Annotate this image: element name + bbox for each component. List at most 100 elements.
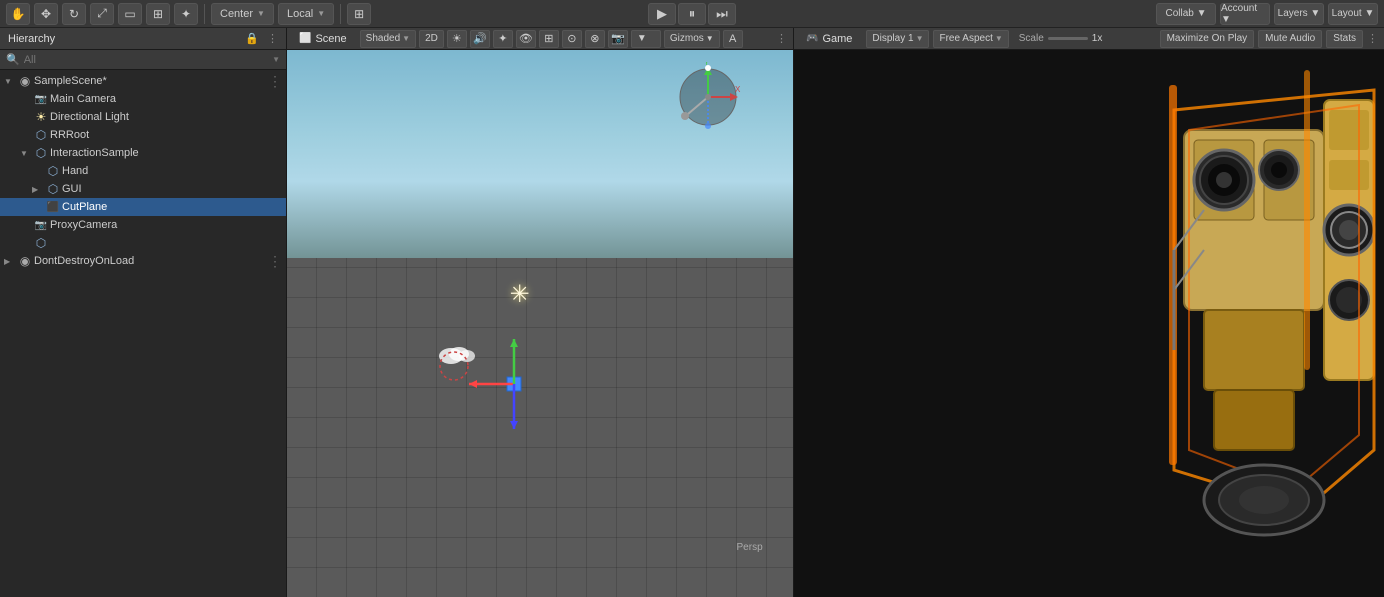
tree-item-main-camera[interactable]: 📷 Main Camera <box>0 90 286 108</box>
separator-1 <box>204 4 205 24</box>
game-toolbar: 🎮 Game Display 1 ▼ Free Aspect ▼ <box>794 28 1384 50</box>
hierarchy-menu-icon[interactable]: ⋮ <box>267 32 278 45</box>
step-icon: ⏭ <box>716 6 728 22</box>
account-btn[interactable]: Account ▼ <box>1220 3 1270 25</box>
2d-label: 2D <box>425 33 438 44</box>
scene-options: Shaded ▼ 2D ☀ 🔊 ✦ 👁 ⊞ ⊙ ⊗ 📷 <box>360 30 743 48</box>
tree-item-samplescene[interactable]: ▼ ◉ SampleScene* ⋮ <box>0 72 286 90</box>
step-button[interactable]: ⏭ <box>708 3 736 25</box>
cutplane-icon: ⬛ <box>46 200 60 214</box>
tree-item-rrroot[interactable]: ⬡ RRRoot <box>0 126 286 144</box>
pause-button[interactable]: ⏸ <box>678 3 706 25</box>
grid-btn[interactable]: ⊞ <box>347 3 371 25</box>
hierarchy-header: Hierarchy 🔒 ⋮ <box>0 28 286 50</box>
dontdestroy-label: DontDestroyOnLoad <box>34 255 266 267</box>
hand-label: Hand <box>62 165 286 177</box>
scale-text-label: Scale <box>1019 33 1044 44</box>
gui-label: GUI <box>62 183 286 195</box>
scene-tab[interactable]: ⬜ Scene <box>293 33 353 45</box>
hidden-objects-btn[interactable]: 👁 <box>516 30 536 48</box>
disable-btn[interactable]: ⊗ <box>585 30 605 48</box>
camera-scene-icon[interactable]: 📷 <box>608 30 628 48</box>
aspect-dropdown: ▼ <box>995 34 1003 43</box>
gizmos-btn[interactable]: Gizmos ▼ <box>664 30 720 48</box>
audio-btn[interactable]: 🔊 <box>470 30 490 48</box>
tree-item-proxy-camera[interactable]: 📷 ProxyCamera <box>0 216 286 234</box>
arrow-icon: ▼ <box>4 77 16 86</box>
aspect-btn[interactable]: Free Aspect ▼ <box>933 30 1008 48</box>
search-icon: 🔍 <box>6 53 20 66</box>
scene-label: SampleScene* <box>34 75 266 87</box>
cutplane-label: CutPlane <box>62 201 286 213</box>
display-dropdown: ▼ <box>916 34 924 43</box>
mute-audio-btn[interactable]: Mute Audio <box>1258 30 1322 48</box>
scene-compass[interactable]: Y X <box>673 62 733 122</box>
game-tab[interactable]: 🎮 Game <box>800 33 858 45</box>
camera-icon: 📷 <box>34 92 48 106</box>
fx-btn[interactable]: ✦ <box>493 30 513 48</box>
hand-tool-btn[interactable]: ✋ <box>6 3 30 25</box>
scene-a-btn[interactable]: A <box>723 30 743 48</box>
stats-btn[interactable]: Stats <box>1326 30 1363 48</box>
directional-light-label: Directional Light <box>50 111 286 123</box>
persp-label: Persp <box>737 542 763 553</box>
dropdown-icon: ▼ <box>637 33 647 44</box>
pivot-center-btn[interactable]: Center ▼ <box>211 3 274 25</box>
move-gizmo <box>459 329 579 449</box>
collab-btn[interactable]: Collab ▼ <box>1156 3 1216 25</box>
game-view[interactable] <box>794 50 1384 597</box>
shading-mode-label: Shaded <box>366 33 400 44</box>
display-btn[interactable]: Display 1 ▼ <box>866 30 929 48</box>
maximize-play-btn[interactable]: Maximize On Play <box>1160 30 1255 48</box>
game-menu-icon[interactable]: ⋮ <box>1367 32 1378 45</box>
hierarchy-header-icons: 🔒 ⋮ <box>245 32 278 45</box>
aspect-label: Free Aspect <box>939 33 992 44</box>
space-local-btn[interactable]: Local ▼ <box>278 3 334 25</box>
tree-item-gui[interactable]: ▶ ⬡ GUI <box>0 180 286 198</box>
play-button[interactable]: ▶ <box>648 3 676 25</box>
rect-tool-btn[interactable]: ▭ <box>118 3 142 25</box>
scene-panel: ⬜ Scene Shaded ▼ 2D ☀ 🔊 ✦ <box>287 28 794 597</box>
hierarchy-panel: Hierarchy 🔒 ⋮ 🔍 ▼ ▼ ◉ SampleScene* ⋮ 📷 <box>0 28 287 597</box>
gui-icon: ⬡ <box>46 182 60 196</box>
scene-menu-icon[interactable]: ⋮ <box>268 73 286 90</box>
tree-item-dontdestroy[interactable]: ▶ ◉ DontDestroyOnLoad ⋮ <box>0 252 286 270</box>
hierarchy-tree: ▼ ◉ SampleScene* ⋮ 📷 Main Camera ☀ Direc… <box>0 70 286 597</box>
tree-item-directional-light[interactable]: ☀ Directional Light <box>0 108 286 126</box>
custom-tool-btn[interactable]: ✦ <box>174 3 198 25</box>
layout-btn[interactable]: Layout ▼ <box>1328 3 1378 25</box>
main-camera-label: Main Camera <box>50 93 286 105</box>
light-icon: ☀ <box>34 110 48 124</box>
tree-item-hand[interactable]: ⬡ Hand <box>0 162 286 180</box>
layers-btn[interactable]: Layers ▼ <box>1274 3 1324 25</box>
pause-icon: ⏸ <box>689 6 696 22</box>
lighting-btn[interactable]: ☀ <box>447 30 467 48</box>
arrow-icon: ▶ <box>4 257 16 266</box>
scene-menu-icon[interactable]: ⋮ <box>776 32 787 45</box>
2d-toggle-btn[interactable]: 2D <box>419 30 444 48</box>
scene-view[interactable]: ✳ <box>287 50 793 597</box>
rotate-tool-btn[interactable]: ↻ <box>62 3 86 25</box>
tree-item-interaction-sample[interactable]: ▼ ⬡ InteractionSample <box>0 144 286 162</box>
sun-gizmo: ✳ <box>510 280 530 309</box>
scale-slider[interactable] <box>1048 37 1088 40</box>
scene-game-area: ⬜ Scene Shaded ▼ 2D ☀ 🔊 ✦ <box>287 28 1384 597</box>
camera-settings-btn[interactable]: ▼ <box>631 30 661 48</box>
rrroot-label: RRRoot <box>50 129 286 141</box>
scale-tool-btn[interactable]: ⤢ <box>90 3 114 25</box>
hierarchy-lock-icon[interactable]: 🔒 <box>245 32 259 45</box>
arrow-icon: ▶ <box>32 185 44 194</box>
shading-mode-btn[interactable]: Shaded ▼ <box>360 30 416 48</box>
mute-label: Mute Audio <box>1265 33 1315 44</box>
transform-tool-btn[interactable]: ⊞ <box>146 3 170 25</box>
dontdestroy-menu-icon[interactable]: ⋮ <box>268 253 286 270</box>
tree-item-cutplane[interactable]: ⬛ CutPlane <box>0 198 286 216</box>
search-dropdown-icon: ▼ <box>272 55 280 64</box>
hierarchy-search-input[interactable] <box>24 54 268 66</box>
tree-item-empty[interactable]: ⬡ <box>0 234 286 252</box>
occlusion-btn[interactable]: ⊙ <box>562 30 582 48</box>
robot-visual <box>1104 50 1384 597</box>
a-label: A <box>729 33 736 45</box>
move-tool-btn[interactable]: ✥ <box>34 3 58 25</box>
grid-scene-btn[interactable]: ⊞ <box>539 30 559 48</box>
